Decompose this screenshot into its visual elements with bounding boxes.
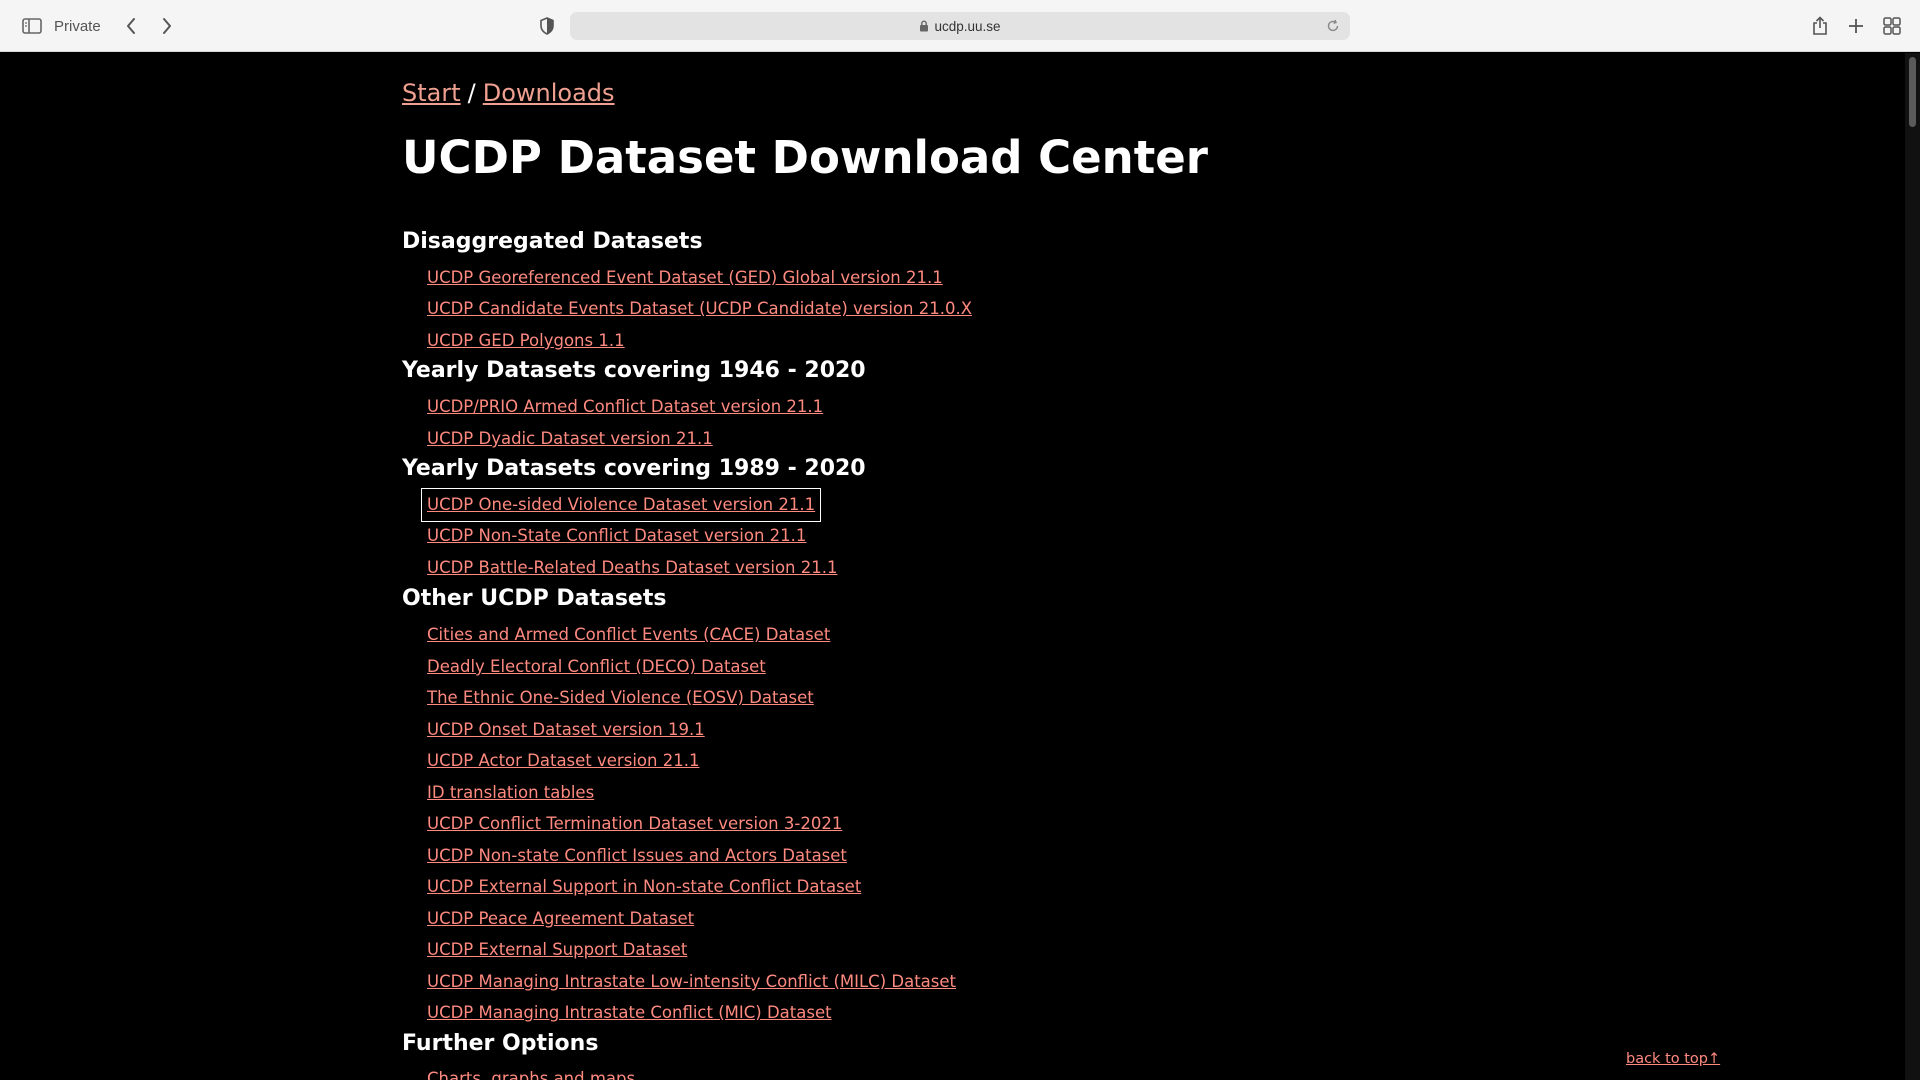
dataset-link-battle-related-deaths[interactable]: UCDP Battle-Related Deaths Dataset versi… xyxy=(427,557,837,579)
dataset-link-non-state-issues[interactable]: UCDP Non-state Conflict Issues and Actor… xyxy=(427,845,847,867)
lock-icon xyxy=(920,20,929,32)
dataset-link-deco[interactable]: Deadly Electoral Conflict (DECO) Dataset xyxy=(427,656,766,678)
dataset-link-non-state-conflict[interactable]: UCDP Non-State Conflict Dataset version … xyxy=(427,525,806,547)
address-bar[interactable]: ucdp.uu.se xyxy=(570,12,1350,40)
section-heading-disaggregated: Disaggregated Datasets xyxy=(402,229,703,254)
dataset-link-id-translation[interactable]: ID translation tables xyxy=(427,782,594,804)
dataset-link-mic[interactable]: UCDP Managing Intrastate Conflict (MIC) … xyxy=(427,1002,832,1024)
dataset-link-external-support[interactable]: UCDP External Support Dataset xyxy=(427,939,687,961)
browser-toolbar: Private ucdp.uu.se xyxy=(0,0,1920,52)
section-heading-further-options: Further Options xyxy=(402,1031,599,1056)
private-label: Private xyxy=(54,17,101,35)
dataset-link-one-sided-violence[interactable]: UCDP One-sided Violence Dataset version … xyxy=(420,488,822,522)
reload-icon[interactable] xyxy=(1326,19,1340,33)
share-icon[interactable] xyxy=(1808,14,1832,38)
breadcrumb-separator: / xyxy=(467,79,476,107)
privacy-shield-icon[interactable] xyxy=(537,16,557,36)
sidebar-toggle-icon[interactable] xyxy=(20,17,44,35)
dataset-link-milc[interactable]: UCDP Managing Intrastate Low-intensity C… xyxy=(427,971,956,993)
url-text: ucdp.uu.se xyxy=(934,18,1001,34)
page-title: UCDP Dataset Download Center xyxy=(402,131,1208,184)
dataset-link-dyadic[interactable]: UCDP Dyadic Dataset version 21.1 xyxy=(427,428,713,450)
dataset-link-armed-conflict[interactable]: UCDP/PRIO Armed Conflict Dataset version… xyxy=(427,396,823,418)
back-to-top-link[interactable]: back to top↑ xyxy=(1626,1051,1720,1067)
dataset-link-conflict-termination[interactable]: UCDP Conflict Termination Dataset versio… xyxy=(427,813,842,835)
dataset-link-ged-polygons[interactable]: UCDP GED Polygons 1.1 xyxy=(427,330,625,352)
section-heading-other: Other UCDP Datasets xyxy=(402,586,667,611)
dataset-link-peace-agreement[interactable]: UCDP Peace Agreement Dataset xyxy=(427,908,694,930)
toolbar-left-group: Private xyxy=(20,0,179,52)
dataset-link-external-support-non-state[interactable]: UCDP External Support in Non-state Confl… xyxy=(427,876,861,898)
dataset-link-eosv[interactable]: The Ethnic One-Sided Violence (EOSV) Dat… xyxy=(427,687,814,709)
dataset-link-charts-graphs-maps[interactable]: Charts, graphs and maps xyxy=(427,1068,635,1080)
section-heading-yearly-1946: Yearly Datasets covering 1946 - 2020 xyxy=(402,358,866,383)
back-arrow-icon[interactable] xyxy=(119,14,143,38)
dataset-link-cace[interactable]: Cities and Armed Conflict Events (CACE) … xyxy=(427,624,830,646)
scrollbar-thumb[interactable] xyxy=(1909,57,1916,127)
dataset-link-onset[interactable]: UCDP Onset Dataset version 19.1 xyxy=(427,719,705,741)
breadcrumb-start-link[interactable]: Start xyxy=(402,79,461,107)
toolbar-right-group xyxy=(1796,0,1904,52)
new-tab-plus-icon[interactable] xyxy=(1844,14,1868,38)
forward-arrow-icon[interactable] xyxy=(155,14,179,38)
page-scrollbar[interactable] xyxy=(1905,53,1920,1080)
dataset-link-candidate[interactable]: UCDP Candidate Events Dataset (UCDP Cand… xyxy=(427,298,972,320)
section-heading-yearly-1989: Yearly Datasets covering 1989 - 2020 xyxy=(402,456,866,481)
dataset-link-actor[interactable]: UCDP Actor Dataset version 21.1 xyxy=(427,750,699,772)
dataset-link-ged[interactable]: UCDP Georeferenced Event Dataset (GED) G… xyxy=(427,267,943,289)
tab-overview-icon[interactable] xyxy=(1880,14,1904,38)
page-content: Start / Downloads UCDP Dataset Download Ce… xyxy=(0,53,1905,1080)
breadcrumb: Start / Downloads xyxy=(402,79,615,107)
breadcrumb-downloads-link[interactable]: Downloads xyxy=(483,79,615,107)
